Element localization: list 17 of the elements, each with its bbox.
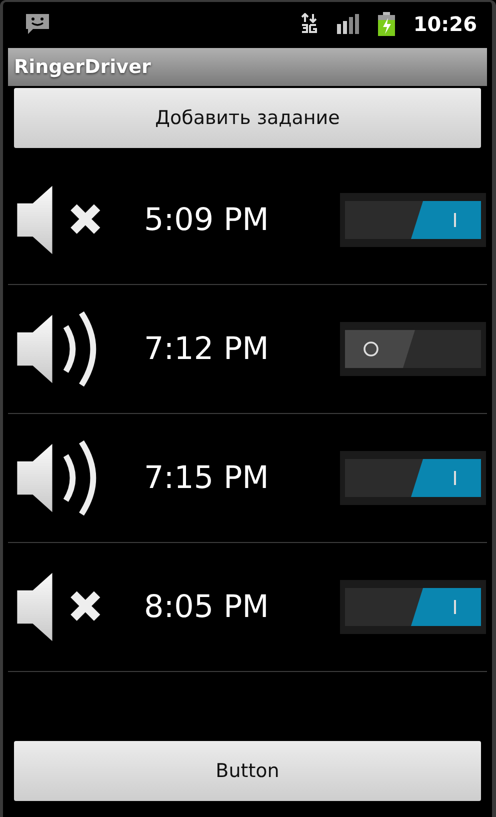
message-icon [25,13,50,35]
time-text: 5:09 PM [144,202,270,238]
toggle-switch[interactable] [340,451,486,505]
clock-time: 10:26 [413,12,477,36]
time-text: 7:12 PM [144,331,270,367]
time-text: 8:05 PM [144,589,270,625]
add-task-button[interactable]: Добавить задание [14,88,481,148]
toggle-switch[interactable] [340,580,486,634]
button[interactable]: Button [14,741,481,801]
off-mark-icon [364,342,378,356]
title-bar: RingerDriver [8,48,487,86]
toggle-switch[interactable] [340,322,486,376]
time-text: 7:15 PM [144,460,270,496]
signal-icon [337,14,360,34]
data-3g-icon [301,13,318,35]
toggle-switch[interactable] [340,193,486,247]
battery-icon [378,12,396,36]
